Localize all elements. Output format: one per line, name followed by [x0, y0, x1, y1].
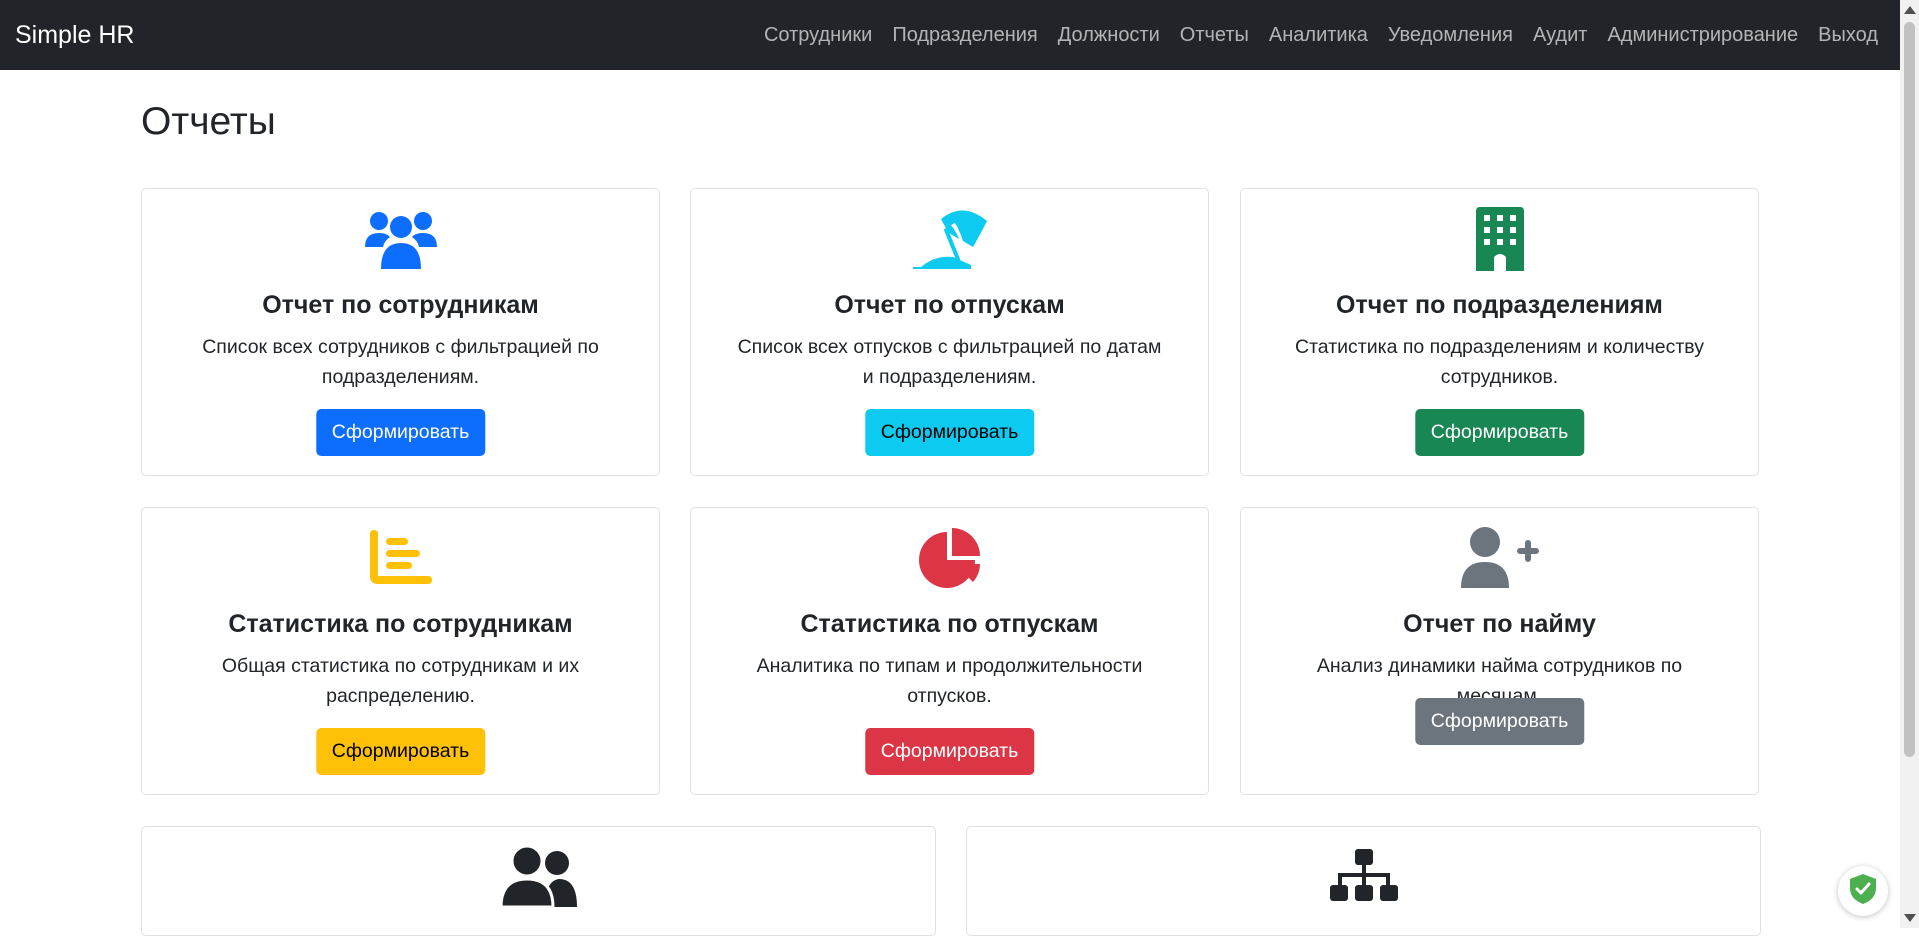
nav-link-positions[interactable]: Должности	[1058, 24, 1160, 47]
users-icon	[362, 207, 440, 276]
top-navbar: Simple HR Сотрудники Подразделения Должн…	[0, 0, 1900, 70]
card-title: Отчет по отпускам	[834, 291, 1065, 319]
generate-hiring-report-button[interactable]: Сформировать	[1414, 698, 1585, 745]
sitemap-icon	[1329, 849, 1398, 908]
page-title: Отчеты	[141, 100, 276, 143]
card-text: Список всех сотрудников с фильтрацией по…	[202, 336, 599, 388]
nav-menu: Сотрудники Подразделения Должности Отчет…	[764, 0, 1878, 70]
nav-link-reports[interactable]: Отчеты	[1180, 24, 1249, 47]
card-title: Отчет по найму	[1403, 610, 1596, 638]
nav-link-logout[interactable]: Выход	[1818, 24, 1878, 47]
building-icon	[1475, 207, 1524, 276]
pie-chart-icon	[917, 526, 983, 595]
user-group-icon	[498, 844, 577, 912]
nav-link-analytics[interactable]: Аналитика	[1269, 24, 1368, 47]
nav-link-departments[interactable]: Подразделения	[892, 24, 1037, 47]
card-text: Общая статистика по сотрудникам и их рас…	[221, 655, 580, 707]
card-vacations-report: Отчет по отпускам Список всех отпусков с…	[690, 188, 1209, 476]
vertical-scrollbar[interactable]	[1900, 0, 1919, 928]
card-title: Статистика по сотрудникам	[228, 610, 573, 638]
generate-employees-statistics-button[interactable]: Сформировать	[315, 728, 486, 775]
card-group-report	[141, 826, 936, 936]
nav-link-notifications[interactable]: Уведомления	[1388, 24, 1513, 47]
shield-check-icon	[1850, 873, 1876, 909]
generate-vacations-report-button[interactable]: Сформировать	[864, 409, 1035, 456]
bar-chart-icon	[369, 530, 432, 591]
scroll-thumb[interactable]	[1904, 22, 1915, 757]
nav-link-employees[interactable]: Сотрудники	[764, 24, 872, 47]
security-extension-badge[interactable]	[1838, 866, 1888, 916]
generate-employees-report-button[interactable]: Сформировать	[315, 409, 486, 456]
brand-link[interactable]: Simple HR	[15, 0, 134, 70]
scroll-up-arrow[interactable]	[1904, 6, 1916, 14]
card-title: Отчет по подразделениям	[1336, 291, 1663, 319]
card-departments-report: Отчет по подразделениям Статистика по по…	[1240, 188, 1759, 476]
generate-vacations-statistics-button[interactable]: Сформировать	[864, 728, 1035, 775]
card-text: Список всех отпусков с фильтрацией по да…	[737, 336, 1162, 388]
nav-link-administration[interactable]: Администрирование	[1607, 24, 1798, 47]
generate-departments-report-button[interactable]: Сформировать	[1414, 409, 1585, 456]
user-plus-icon	[1460, 526, 1539, 595]
card-hiring-report: Отчет по найму Анализ динамики найма сот…	[1240, 507, 1759, 795]
card-structure-report	[966, 826, 1761, 936]
card-employees-report: Отчет по сотрудникам Список всех сотрудн…	[141, 188, 660, 476]
card-title: Отчет по сотрудникам	[262, 291, 539, 319]
card-vacations-statistics: Статистика по отпускам Аналитика по типа…	[690, 507, 1209, 795]
umbrella-beach-icon	[911, 207, 989, 276]
card-title: Статистика по отпускам	[800, 610, 1099, 638]
card-employees-statistics: Статистика по сотрудникам Общая статисти…	[141, 507, 660, 795]
card-text: Аналитика по типам и продолжительности о…	[756, 655, 1143, 707]
card-text: Статистика по подразделениям и количеств…	[1295, 336, 1704, 388]
scroll-down-arrow[interactable]	[1904, 914, 1916, 922]
nav-link-audit[interactable]: Аудит	[1533, 24, 1587, 47]
